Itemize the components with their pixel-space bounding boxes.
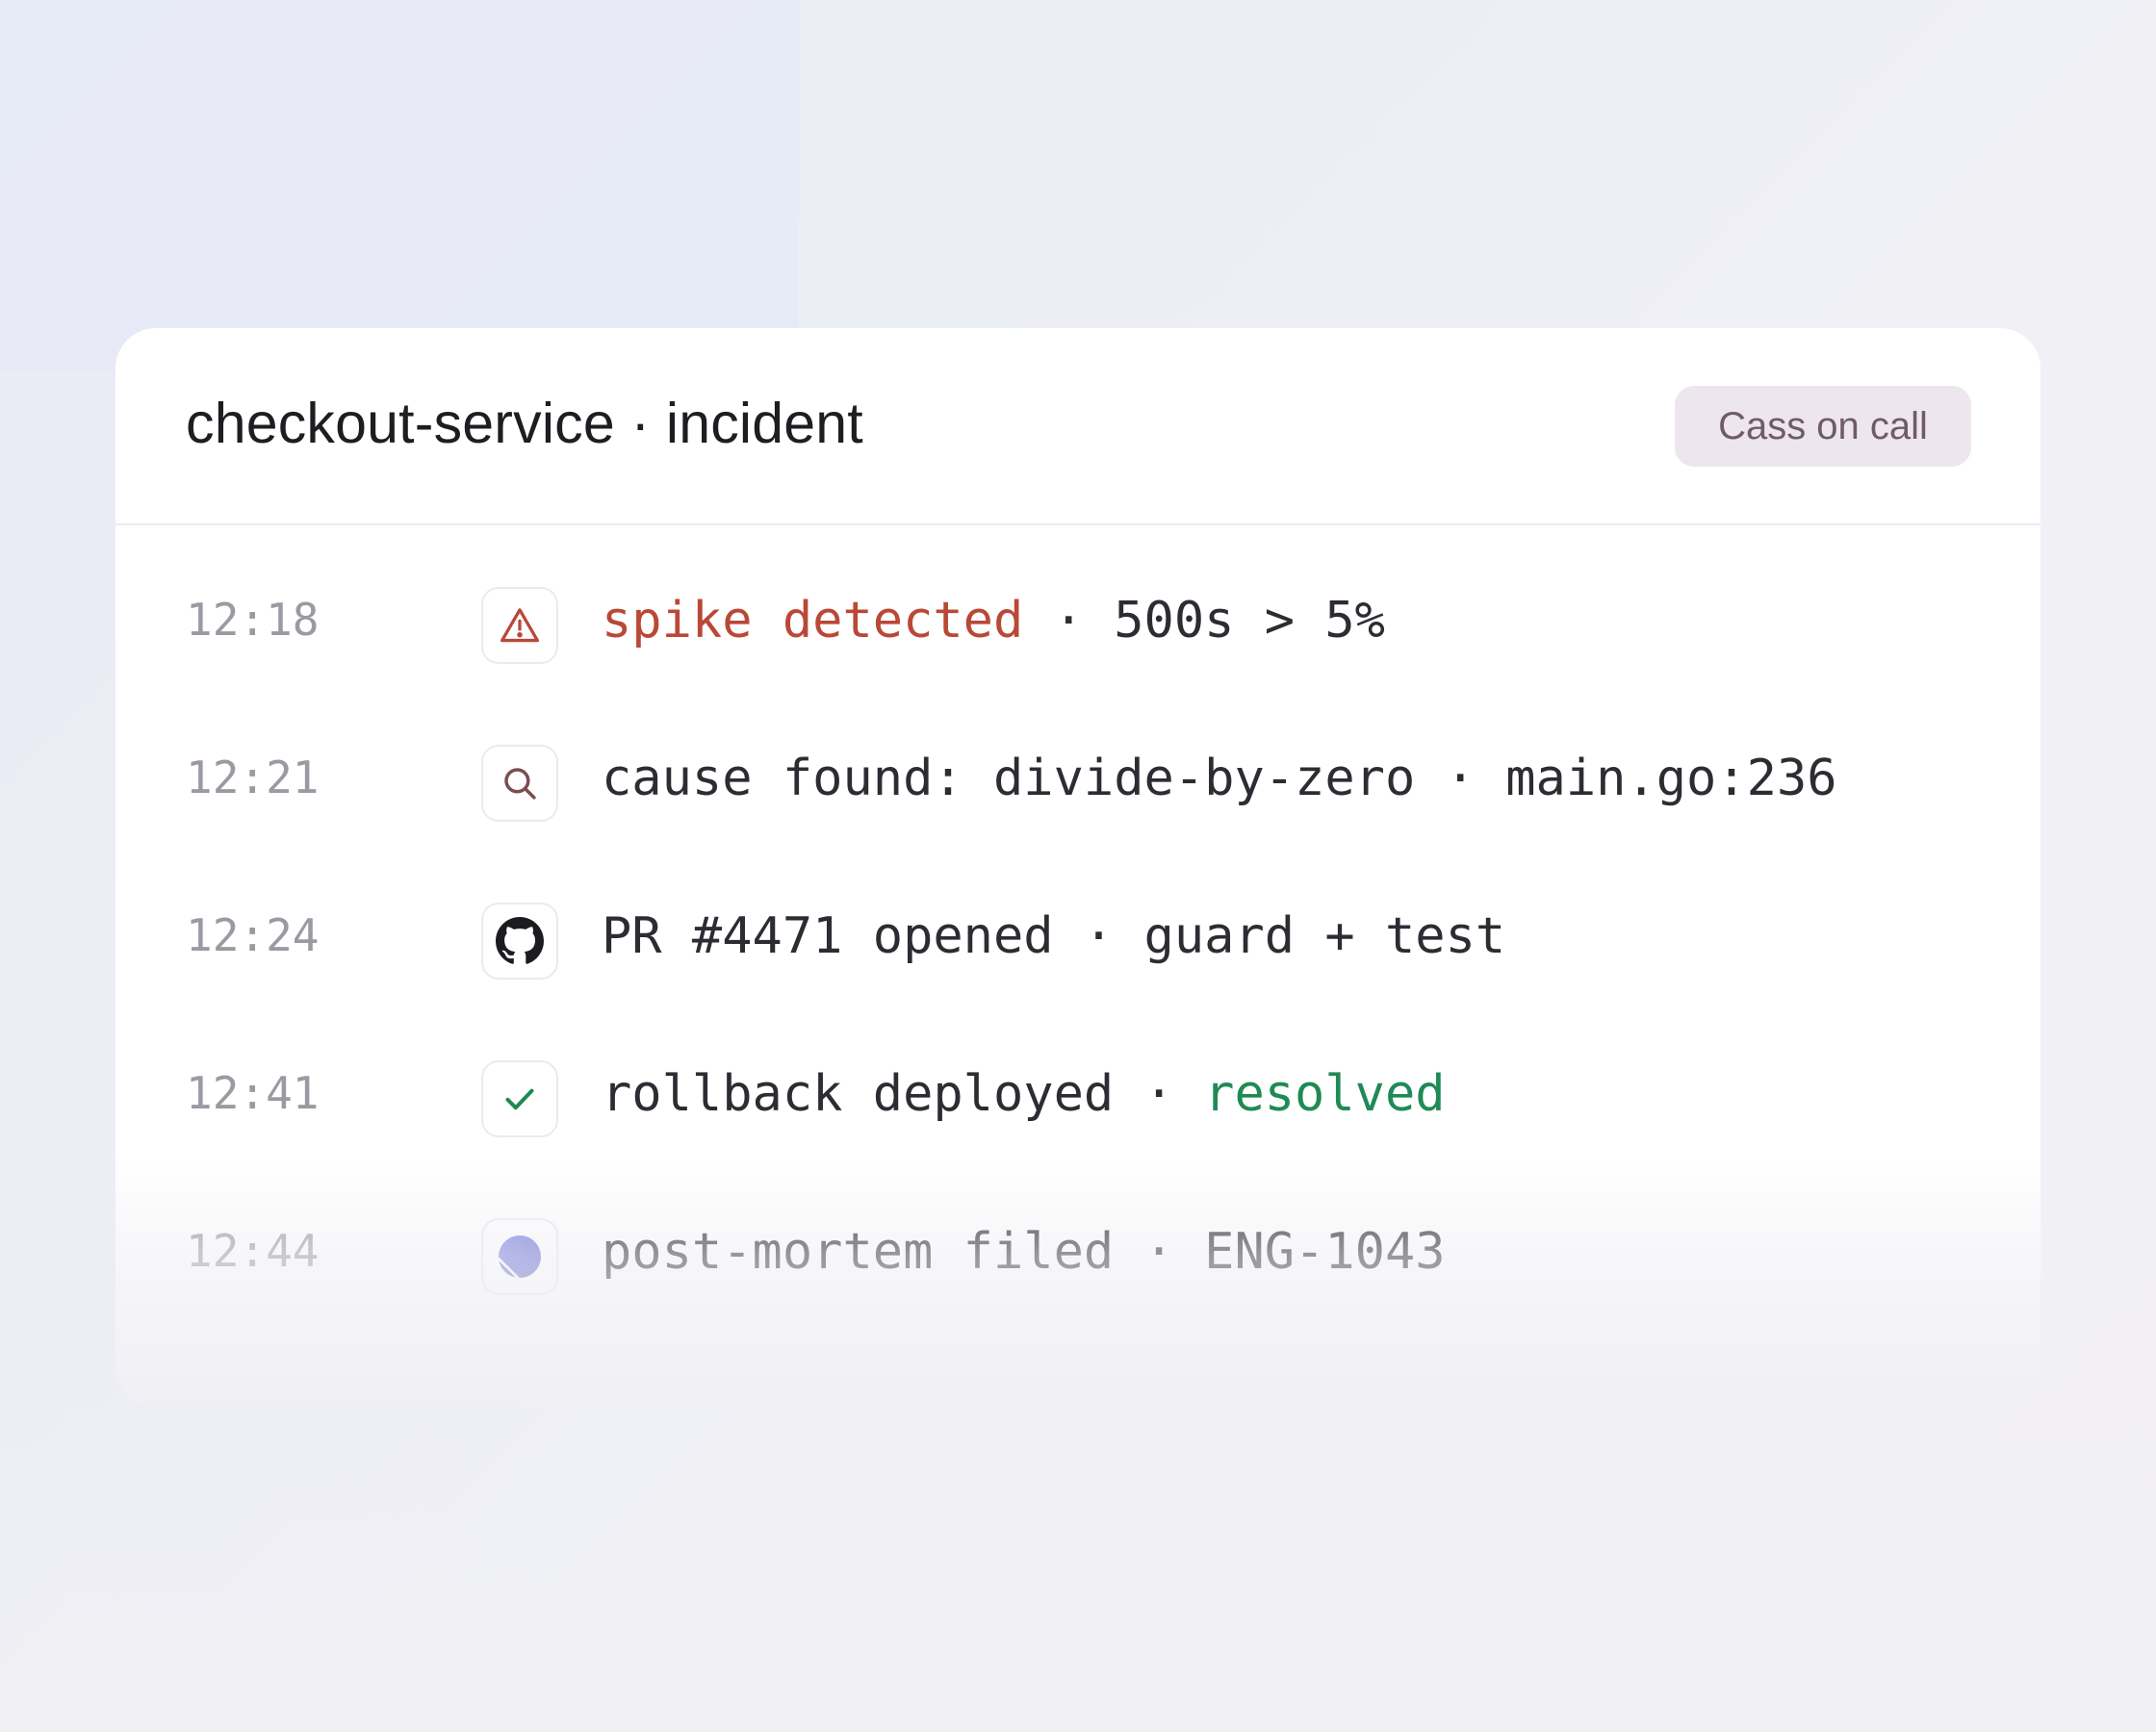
event-label: rollback deployed · <box>602 1065 1205 1123</box>
timeline-time: 12:18 <box>186 594 320 646</box>
search-icon <box>481 745 558 822</box>
event-label: cause found: <box>602 750 993 807</box>
timeline-time: 12:41 <box>186 1067 320 1119</box>
github-icon <box>481 903 558 980</box>
background-shape <box>0 0 799 370</box>
event-detail: divide-by-zero · main.go:236 <box>993 750 1837 807</box>
page-fade <box>0 1386 2156 1732</box>
event-label: spike detected <box>602 592 1024 650</box>
timeline-text: spike detected · 500s > 5% <box>602 596 1385 646</box>
incident-title: checkout-service · incident <box>186 392 863 455</box>
timeline-text: cause found: divide-by-zero · main.go:23… <box>602 753 1837 803</box>
warning-triangle-icon <box>481 587 558 664</box>
timeline-row: 12:24 PR #4471 opened · guard + test <box>116 867 2040 1025</box>
timeline-time: 12:44 <box>186 1225 320 1277</box>
on-call-badge: Cass on call <box>1675 386 1971 467</box>
timeline-row: 12:44 post-mortem filed · ENG-1043 <box>116 1183 2040 1340</box>
timeline-text: post-mortem filed · ENG-1043 <box>602 1223 1446 1281</box>
status-resolved: resolved <box>1204 1065 1446 1123</box>
timeline-time: 12:24 <box>186 909 320 961</box>
timeline-time: 12:21 <box>186 751 320 803</box>
event-detail: · 500s > 5% <box>1023 592 1385 650</box>
timeline-row: 12:41 rollback deployed · resolved <box>116 1025 2040 1183</box>
linear-logo-icon <box>481 1218 558 1295</box>
timeline-text: PR #4471 opened · guard + test <box>602 907 1506 965</box>
timeline-row: 12:21 cause found: divide-by-zero · main… <box>116 709 2040 867</box>
card-header: checkout-service · incident Cass on call <box>116 328 2040 525</box>
check-icon <box>481 1060 558 1137</box>
incident-card: checkout-service · incident Cass on call… <box>116 328 2040 1406</box>
timeline-text: rollback deployed · resolved <box>602 1069 1446 1119</box>
timeline-row: 12:18 spike detected · 500s > 5% <box>116 551 2040 709</box>
